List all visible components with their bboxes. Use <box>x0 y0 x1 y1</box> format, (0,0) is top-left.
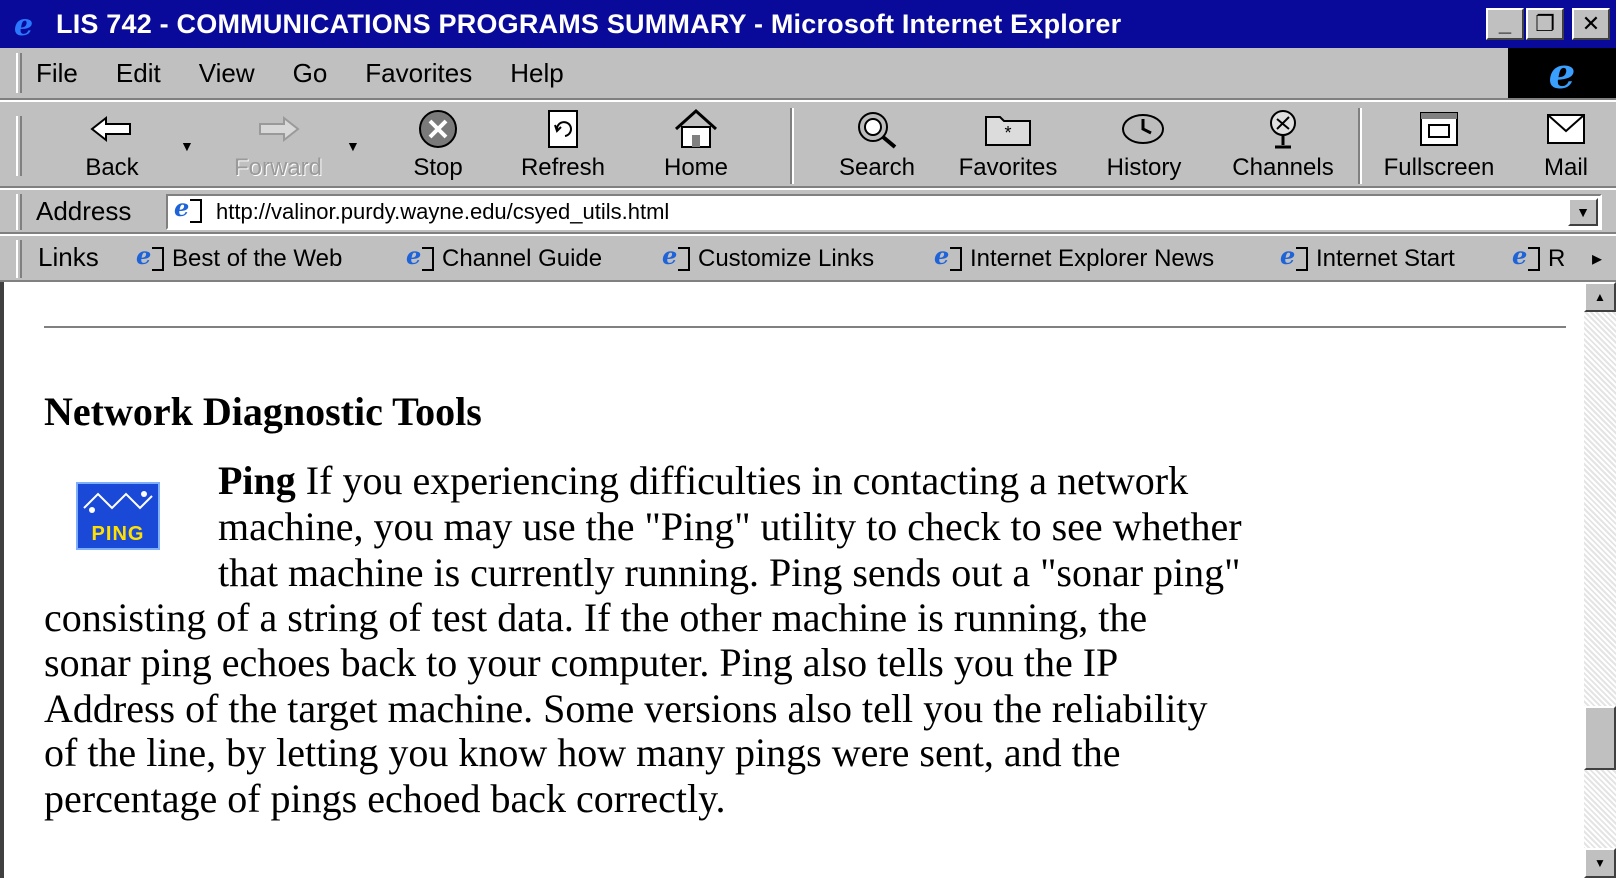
toolbar-separator <box>790 108 794 184</box>
ie-page-icon: e <box>172 193 210 227</box>
links-bar: Links e Best of the Web e Channel Guide … <box>0 234 1616 282</box>
link-r-truncated[interactable]: e R <box>1510 240 1565 278</box>
menu-file[interactable]: File <box>36 58 78 89</box>
menu-help[interactable]: Help <box>510 58 563 89</box>
page-content: Network Diagnostic Tools PING Ping If yo… <box>0 282 1616 878</box>
fullscreen-button[interactable]: Fullscreen <box>1374 106 1504 186</box>
menu-view[interactable]: View <box>199 58 255 89</box>
ie-page-icon: e <box>1510 241 1544 273</box>
address-bar: Address e http://valinor.purdy.wayne.edu… <box>0 188 1616 234</box>
forward-dropdown-icon[interactable]: ▼ <box>346 138 360 154</box>
back-button[interactable]: Back <box>64 106 160 186</box>
search-globe-icon <box>853 106 901 152</box>
ie-page-icon: e <box>1278 241 1312 273</box>
link-internet-explorer-news[interactable]: e Internet Explorer News <box>932 240 1214 278</box>
back-dropdown-icon[interactable]: ▼ <box>180 138 194 154</box>
ie-page-icon: e <box>932 241 966 273</box>
scroll-down-button[interactable]: ▼ <box>1584 848 1616 878</box>
forward-button[interactable]: Forward <box>218 106 338 186</box>
vertical-scrollbar[interactable]: ▲ ▼ <box>1584 282 1616 878</box>
ping-paragraph-line-5: sonar ping echoes back to your computer.… <box>44 640 1119 685</box>
toolbar-separator <box>1358 108 1362 184</box>
address-label: Address <box>36 196 132 226</box>
link-internet-start[interactable]: e Internet Start <box>1278 240 1455 278</box>
home-button[interactable]: Home <box>648 106 744 186</box>
mail-envelope-icon <box>1544 106 1588 152</box>
standard-toolbar: Back ▼ Forward ▼ Stop Refresh Home Searc… <box>0 100 1616 188</box>
ie-throbber-logo: e <box>1508 48 1616 98</box>
menu-favorites[interactable]: Favorites <box>365 58 472 89</box>
link-customize-links[interactable]: e Customize Links <box>660 240 874 278</box>
link-channel-guide[interactable]: e Channel Guide <box>404 240 602 278</box>
favorites-folder-icon: * <box>982 106 1034 152</box>
address-input[interactable]: e http://valinor.purdy.wayne.edu/csyed_u… <box>166 193 1602 230</box>
ping-icon: PING <box>76 482 160 550</box>
forward-arrow-icon <box>256 106 300 152</box>
menu-bar: File Edit View Go Favorites Help e <box>0 48 1616 100</box>
address-bar-grip[interactable] <box>16 194 22 230</box>
history-button[interactable]: History <box>1094 106 1194 186</box>
link-best-of-the-web[interactable]: e Best of the Web <box>134 240 342 278</box>
fullscreen-icon <box>1417 106 1461 152</box>
links-bar-grip[interactable] <box>16 240 22 278</box>
ping-paragraph-line-6: Address of the target machine. Some vers… <box>44 686 1208 731</box>
refresh-button[interactable]: Refresh <box>508 106 618 186</box>
stop-icon <box>416 106 460 152</box>
address-dropdown-icon[interactable]: ▼ <box>1568 198 1598 226</box>
scroll-thumb[interactable] <box>1584 706 1616 770</box>
menu-bar-grip[interactable] <box>16 53 22 93</box>
ie-window-icon[interactable]: e <box>10 6 46 43</box>
ping-paragraph-line-8: percentage of pings echoed back correctl… <box>44 776 726 821</box>
scroll-up-button[interactable]: ▲ <box>1584 282 1616 312</box>
history-icon <box>1119 106 1169 152</box>
close-button[interactable]: ✕ <box>1572 8 1610 40</box>
window-controls: _ ❐ ✕ <box>1486 8 1610 40</box>
stop-button[interactable]: Stop <box>388 106 488 186</box>
ie-page-icon: e <box>404 241 438 273</box>
back-arrow-icon <box>90 106 134 152</box>
svg-text:*: * <box>1004 123 1011 143</box>
links-overflow-chevron-icon[interactable]: ▸ <box>1592 246 1602 271</box>
ping-term: Ping <box>218 458 296 503</box>
page-heading: Network Diagnostic Tools <box>44 389 482 434</box>
ping-paragraph-line-1: Ping If you experiencing difficulties in… <box>218 458 1189 503</box>
title-bar: e LIS 742 - COMMUNICATIONS PROGRAMS SUMM… <box>0 0 1616 48</box>
channels-button[interactable]: Channels <box>1218 106 1348 186</box>
ie-page-icon: e <box>134 241 168 273</box>
home-icon <box>672 106 720 152</box>
ping-paragraph-line-3: that machine is currently running. Ping … <box>218 550 1241 595</box>
ie-page-icon: e <box>660 241 694 273</box>
minimize-button[interactable]: _ <box>1486 8 1524 40</box>
menu-edit[interactable]: Edit <box>116 58 161 89</box>
window-title: LIS 742 - COMMUNICATIONS PROGRAMS SUMMAR… <box>56 8 1122 39</box>
menu-go[interactable]: Go <box>293 58 328 89</box>
links-label: Links <box>38 242 99 272</box>
search-button[interactable]: Search <box>822 106 932 186</box>
horizontal-rule <box>44 326 1566 328</box>
mail-button[interactable]: Mail <box>1526 106 1606 186</box>
channels-satellite-icon <box>1261 106 1305 152</box>
refresh-icon <box>543 106 583 152</box>
ping-paragraph-line-2: machine, you may use the "Ping" utility … <box>218 504 1242 549</box>
maximize-button[interactable]: ❐ <box>1526 8 1564 40</box>
favorites-button[interactable]: * Favorites <box>948 106 1068 186</box>
ping-paragraph-line-7: of the line, by letting you know how man… <box>44 730 1121 775</box>
ping-paragraph-line-4: consisting of a string of test data. If … <box>44 595 1148 640</box>
address-url[interactable]: http://valinor.purdy.wayne.edu/csyed_uti… <box>216 199 669 225</box>
toolbar-grip[interactable] <box>16 116 22 176</box>
